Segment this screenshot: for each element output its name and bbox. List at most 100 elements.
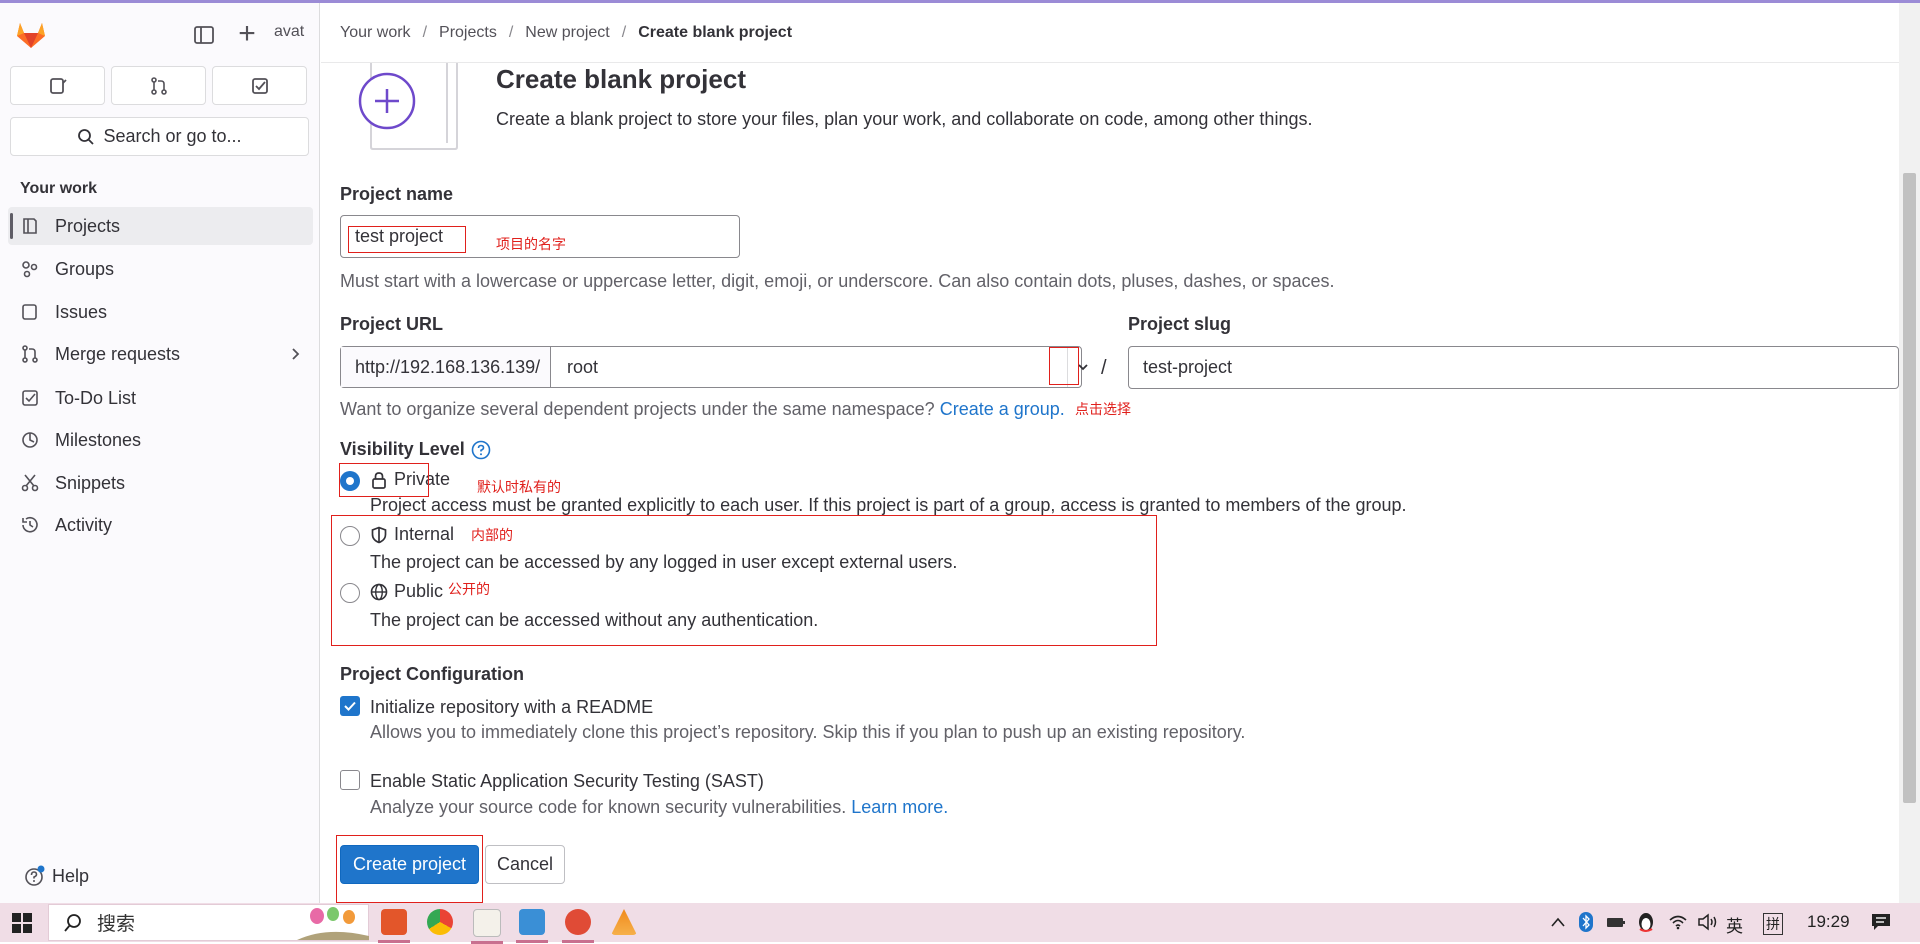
notification-center-icon[interactable] — [1870, 912, 1892, 932]
vmware-app-icon[interactable] — [516, 909, 548, 943]
merge-requests-button[interactable] — [111, 66, 206, 105]
tray-chevron-up-icon[interactable] — [1550, 916, 1566, 928]
project-name-help: Must start with a lowercase or uppercase… — [340, 271, 1335, 291]
breadcrumb-your-work[interactable]: Your work — [340, 24, 411, 42]
readme-checkbox[interactable] — [340, 696, 360, 716]
breadcrumb-projects[interactable]: Projects — [439, 24, 497, 42]
sidebar-toggle-icon[interactable] — [192, 23, 216, 47]
sidebar-item-label: Projects — [55, 215, 121, 236]
main-content: Your work / Projects / New project / Cre… — [321, 3, 1899, 903]
namespace-select-value[interactable]: root — [567, 357, 598, 378]
group-help-text: Want to organize several dependent proje… — [340, 399, 1065, 420]
readme-option[interactable]: Initialize repository with a README — [370, 697, 653, 718]
typora-app-icon[interactable] — [471, 909, 503, 944]
search-highlight-balloons-icon — [297, 907, 369, 940]
todo-icon — [251, 77, 268, 94]
breadcrumb: Your work / Projects / New project / Cre… — [340, 24, 792, 42]
sidebar-item-label: To-Do List — [55, 387, 137, 408]
visibility-level-label: Visibility Level — [340, 439, 491, 460]
sidebar-item-snippets[interactable]: Snippets — [8, 464, 313, 502]
group-icon — [22, 261, 38, 278]
shield-icon — [371, 526, 387, 543]
volume-icon[interactable] — [1697, 913, 1719, 931]
taskbar-clock[interactable]: 19:29 — [1807, 912, 1850, 932]
ime-mode-indicator[interactable]: 拼 — [1763, 913, 1783, 935]
visibility-public-option[interactable]: Public — [370, 581, 443, 602]
create-new-plus-icon[interactable]: + — [234, 19, 260, 49]
breadcrumb-divider — [321, 62, 1899, 63]
breadcrumb-new-project[interactable]: New project — [525, 24, 609, 42]
cancel-button[interactable]: Cancel — [485, 845, 565, 884]
sidebar-item-projects[interactable]: Projects — [8, 207, 313, 245]
project-slug-label: Project slug — [1128, 314, 1232, 334]
search-icon — [64, 913, 81, 932]
visibility-internal-label: Internal — [394, 524, 455, 544]
breadcrumb-separator: / — [508, 24, 514, 41]
annotation-note-dropdown: 点击选择 — [1075, 401, 1131, 417]
assigned-issues-button[interactable] — [10, 66, 105, 105]
project-icon — [23, 218, 37, 234]
visibility-internal-radio[interactable] — [340, 526, 360, 546]
sast-desc: Analyze your source code for known secur… — [370, 797, 847, 817]
url-slug-separator: / — [1101, 357, 1107, 379]
merge-request-icon — [22, 345, 38, 363]
chrome-app-icon[interactable] — [427, 909, 453, 935]
windows-start-icon[interactable] — [12, 913, 32, 933]
user-avatar[interactable]: avat — [274, 23, 304, 41]
create-group-link[interactable]: Create a group. — [940, 399, 1065, 419]
windows-taskbar: 搜索 英 拼 19:29 — [0, 903, 1920, 944]
wifi-icon[interactable] — [1668, 914, 1688, 930]
annotation-box-create — [336, 835, 483, 903]
sidebar-item-label: Issues — [55, 301, 108, 322]
visibility-private-desc: Project access must be granted explicitl… — [370, 495, 1407, 515]
firefox-app-icon[interactable] — [378, 909, 410, 943]
sast-checkbox[interactable] — [340, 770, 360, 790]
visibility-public-label: Public — [394, 581, 444, 601]
page-title: Create blank project — [496, 64, 746, 94]
gitlab-logo-icon[interactable] — [14, 17, 48, 51]
globe-icon — [370, 583, 388, 600]
sidebar-item-groups[interactable]: Groups — [8, 250, 313, 288]
annotation-note-public: 公开的 — [448, 581, 490, 597]
breadcrumb-current[interactable]: Create blank project — [638, 24, 792, 42]
project-url-label: Project URL — [340, 314, 444, 334]
learn-more-link[interactable]: Learn more. — [851, 797, 948, 817]
sidebar-item-activity[interactable]: Activity — [8, 506, 313, 544]
sidebar-item-milestones[interactable]: Milestones — [8, 421, 313, 459]
annotation-note-private: 默认时私有的 — [477, 479, 561, 495]
issues-icon — [49, 77, 67, 94]
sidebar-item-label: Merge requests — [55, 343, 181, 364]
history-icon — [22, 516, 38, 533]
sidebar-item-todo-list[interactable]: To-Do List — [8, 379, 313, 417]
sidebar-item-merge-requests[interactable]: Merge requests — [8, 335, 313, 373]
annotation-box-project-name — [348, 226, 466, 253]
group-help-label: Want to organize several dependent proje… — [340, 399, 935, 419]
project-configuration-label: Project Configuration — [340, 664, 524, 684]
visibility-level-text: Visibility Level — [340, 439, 465, 459]
todo-button[interactable] — [212, 66, 307, 105]
sidebar-item-issues[interactable]: Issues — [8, 293, 313, 331]
sidebar-item-label: Snippets — [55, 472, 126, 493]
project-slug-value: test-project — [1143, 357, 1233, 377]
search-button[interactable]: Search or go to... — [10, 117, 309, 156]
breadcrumb-separator: / — [422, 24, 428, 41]
question-circle-icon[interactable] — [471, 440, 491, 460]
visibility-internal-option[interactable]: Internal — [370, 524, 454, 545]
scrollbar-thumb[interactable] — [1903, 173, 1916, 803]
blank-project-illustration-icon — [358, 63, 458, 150]
help-button[interactable]: Help — [24, 865, 89, 887]
qq-penguin-icon[interactable] — [1636, 911, 1656, 933]
ime-language-indicator[interactable]: 英 — [1726, 912, 1743, 937]
chevron-right-icon — [292, 348, 300, 360]
vlc-app-icon[interactable] — [611, 909, 637, 935]
bluetooth-icon[interactable] — [1579, 912, 1593, 932]
readme-label: Initialize repository with a README — [370, 697, 654, 717]
sast-option[interactable]: Enable Static Application Security Testi… — [370, 771, 764, 792]
page-scrollbar[interactable] — [1899, 3, 1920, 903]
visibility-public-radio[interactable] — [340, 583, 360, 603]
project-url-prefix: http://192.168.136.139/ — [341, 347, 551, 387]
redis-app-icon[interactable] — [562, 909, 594, 943]
battery-icon[interactable] — [1606, 914, 1626, 930]
project-slug-input[interactable]: test-project — [1128, 346, 1899, 389]
annotation-note-project-name: 项目的名字 — [496, 236, 566, 252]
